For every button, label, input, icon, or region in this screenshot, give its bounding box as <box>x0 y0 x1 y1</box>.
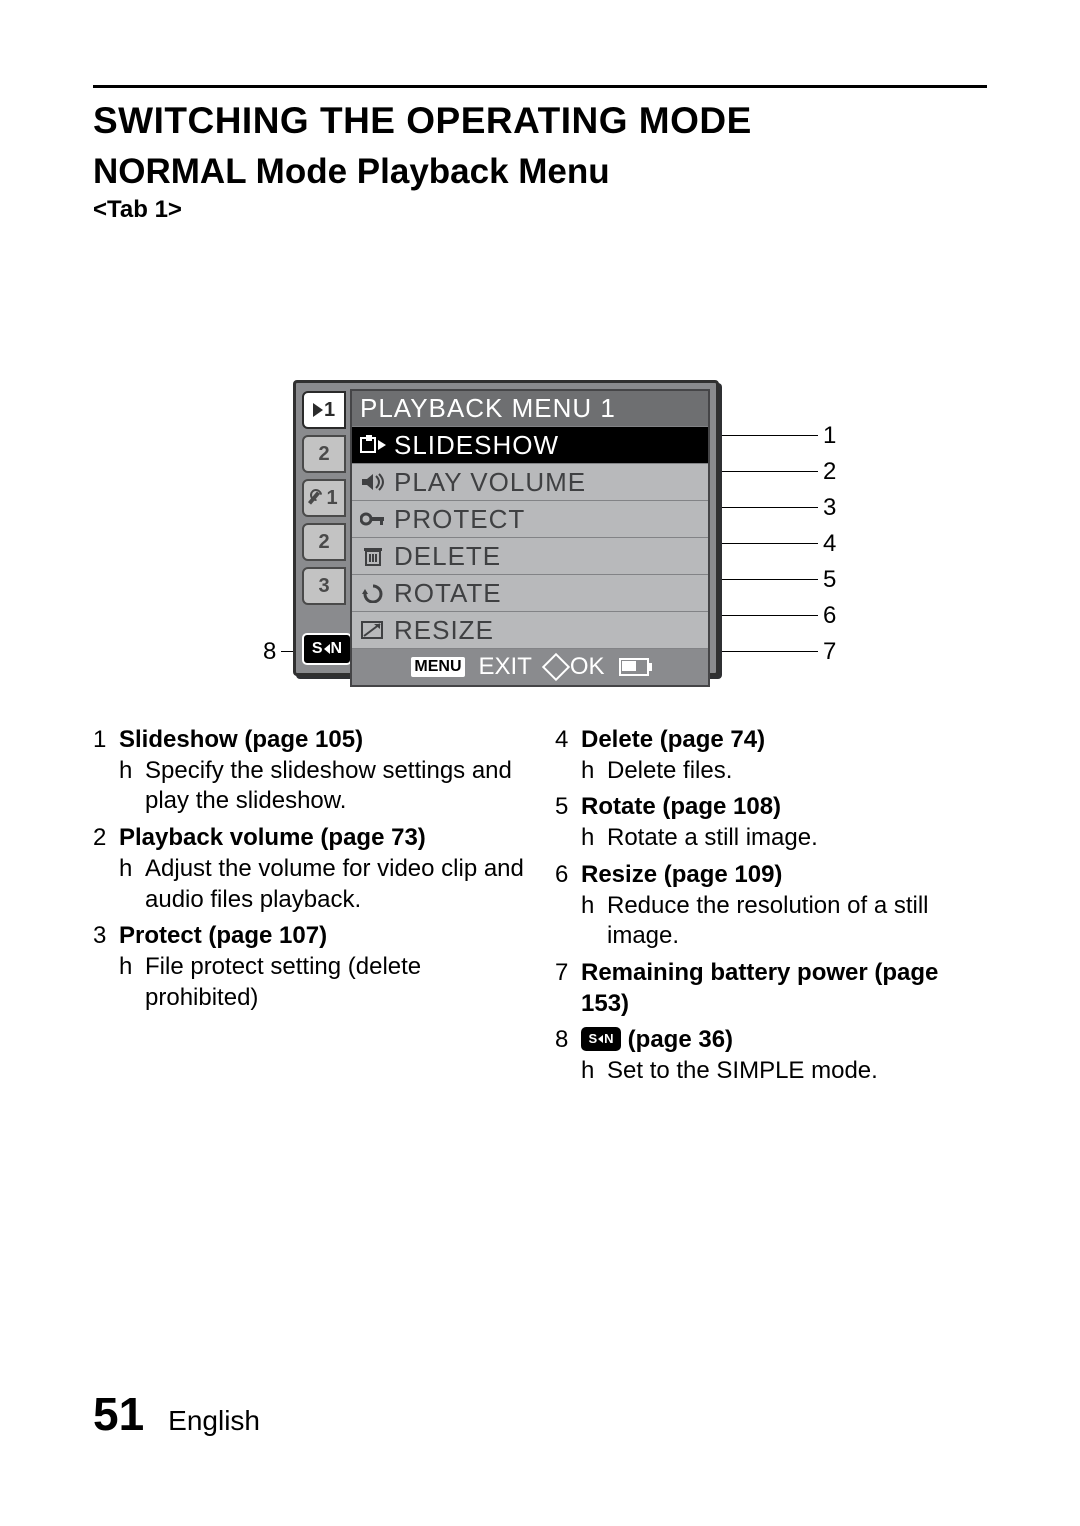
page-language: English <box>168 1405 260 1437</box>
desc-number: 2 <box>93 823 119 915</box>
desc-title: Delete (page 74) <box>581 725 987 756</box>
menu-item-protect[interactable]: PROTECT <box>352 500 708 537</box>
desc-text: File protect setting (delete prohibited) <box>145 952 525 1013</box>
setup-tab-3[interactable]: 3 <box>302 567 346 605</box>
callout-2: 2 <box>823 458 836 486</box>
desc-number: 7 <box>555 958 581 1019</box>
lcd-screen: 1 2 1 2 3 SN PLAYBACK <box>293 380 719 676</box>
callout-6: 6 <box>823 602 836 630</box>
tab-number: 2 <box>318 443 329 466</box>
key-icon <box>352 509 394 529</box>
tab-number: 2 <box>318 531 329 554</box>
menu-item-play-volume[interactable]: PLAY VOLUME <box>352 463 708 500</box>
bullet: h <box>581 756 607 787</box>
callout-8: 8 <box>263 638 276 666</box>
menu-panel: PLAYBACK MENU 1 SLIDESHOW PLAY VOLUME <box>350 389 710 687</box>
desc-item: 7 Remaining battery power (page 153) <box>555 958 987 1019</box>
tab-number: 3 <box>318 575 329 598</box>
callout-5: 5 <box>823 566 836 594</box>
desc-text: Specify the slideshow settings and play … <box>145 756 525 817</box>
desc-item: 1 Slideshow (page 105) h Specify the sli… <box>93 725 525 817</box>
desc-text: Reduce the resolution of a still image. <box>607 891 987 952</box>
exit-label: EXIT <box>479 653 532 681</box>
desc-text: Delete files. <box>607 756 732 787</box>
desc-item: 8 SN (page 36) h Set to the SIMPLE mode. <box>555 1025 987 1086</box>
desc-item: 6 Resize (page 109) h Reduce the resolut… <box>555 860 987 952</box>
bullet: h <box>119 756 145 817</box>
menu-item-slideshow[interactable]: SLIDESHOW <box>352 426 708 463</box>
right-column: 4 Delete (page 74) h Delete files. 5 Rot… <box>555 725 987 1093</box>
rotate-icon <box>352 583 394 603</box>
menu-item-rotate[interactable]: ROTATE <box>352 574 708 611</box>
desc-number: 5 <box>555 792 581 853</box>
desc-number: 6 <box>555 860 581 952</box>
desc-title: Slideshow (page 105) <box>119 725 525 756</box>
trash-icon <box>352 546 394 566</box>
menu-button-label: MENU <box>411 657 464 677</box>
menu-tab-column: 1 2 1 2 3 <box>302 391 350 611</box>
bullet: h <box>581 891 607 952</box>
dpad-icon <box>542 653 570 681</box>
slideshow-icon <box>352 435 394 455</box>
menu-footer: MENU EXIT OK <box>352 648 708 685</box>
desc-title: Rotate (page 108) <box>581 792 987 823</box>
page-number: 51 <box>93 1387 144 1441</box>
simple-normal-icon: SN <box>581 1027 621 1051</box>
desc-title: SN (page 36) <box>581 1025 987 1056</box>
description-columns: 1 Slideshow (page 105) h Specify the sli… <box>93 725 987 1093</box>
callout-7: 7 <box>823 638 836 666</box>
desc-title: Playback volume (page 73) <box>119 823 525 854</box>
desc-item: 3 Protect (page 107) h File protect sett… <box>93 921 525 1013</box>
left-column: 1 Slideshow (page 105) h Specify the sli… <box>93 725 525 1093</box>
bullet: h <box>119 952 145 1013</box>
desc-number: 8 <box>555 1025 581 1086</box>
simple-normal-toggle[interactable]: SN <box>302 633 352 665</box>
menu-item-resize[interactable]: RESIZE <box>352 611 708 648</box>
menu-item-label: RESIZE <box>394 615 708 646</box>
desc-number: 3 <box>93 921 119 1013</box>
bullet: h <box>581 1056 607 1087</box>
tab-indicator: <Tab 1> <box>93 196 987 224</box>
callout-1: 1 <box>823 422 836 450</box>
desc-title: Remaining battery power (page 153) <box>581 958 987 1019</box>
play-icon <box>313 403 323 417</box>
callout-3: 3 <box>823 494 836 522</box>
menu-item-label: DELETE <box>394 541 708 572</box>
tab-number: 1 <box>324 399 335 422</box>
bullet: h <box>119 854 145 915</box>
page-footer: 51 English <box>93 1387 260 1441</box>
page-title: SWITCHING THE OPERATING MODE <box>93 100 987 142</box>
menu-item-delete[interactable]: DELETE <box>352 537 708 574</box>
menu-item-label: PLAY VOLUME <box>394 467 708 498</box>
desc-item: 5 Rotate (page 108) h Rotate a still ima… <box>555 792 987 853</box>
section-title: NORMAL Mode Playback Menu <box>93 152 987 192</box>
camera-screen-figure: 1 2 3 4 5 6 7 8 1 <box>293 380 738 676</box>
desc-title: Protect (page 107) <box>119 921 525 952</box>
setup-tab-2[interactable]: 2 <box>302 523 346 561</box>
desc-number: 1 <box>93 725 119 817</box>
desc-item: 2 Playback volume (page 73) h Adjust the… <box>93 823 525 915</box>
desc-title: Resize (page 109) <box>581 860 987 891</box>
tab-number: 1 <box>326 487 337 510</box>
menu-title: PLAYBACK MENU 1 <box>352 391 708 426</box>
play-tab-1[interactable]: 1 <box>302 391 346 429</box>
desc-text: Adjust the volume for video clip and aud… <box>145 854 525 915</box>
desc-text: Set to the SIMPLE mode. <box>607 1056 878 1087</box>
wrench-icon <box>310 491 324 505</box>
desc-text: Rotate a still image. <box>607 823 818 854</box>
menu-item-label: PROTECT <box>394 504 708 535</box>
resize-icon <box>352 620 394 640</box>
menu-item-label: SLIDESHOW <box>394 430 708 461</box>
play-tab-2[interactable]: 2 <box>302 435 346 473</box>
desc-number: 4 <box>555 725 581 786</box>
setup-tab-1[interactable]: 1 <box>302 479 346 517</box>
ok-label: OK <box>570 653 605 681</box>
volume-icon <box>352 472 394 492</box>
menu-item-label: ROTATE <box>394 578 708 609</box>
battery-icon <box>619 658 649 676</box>
callout-4: 4 <box>823 530 836 558</box>
bullet: h <box>581 823 607 854</box>
desc-item: 4 Delete (page 74) h Delete files. <box>555 725 987 786</box>
